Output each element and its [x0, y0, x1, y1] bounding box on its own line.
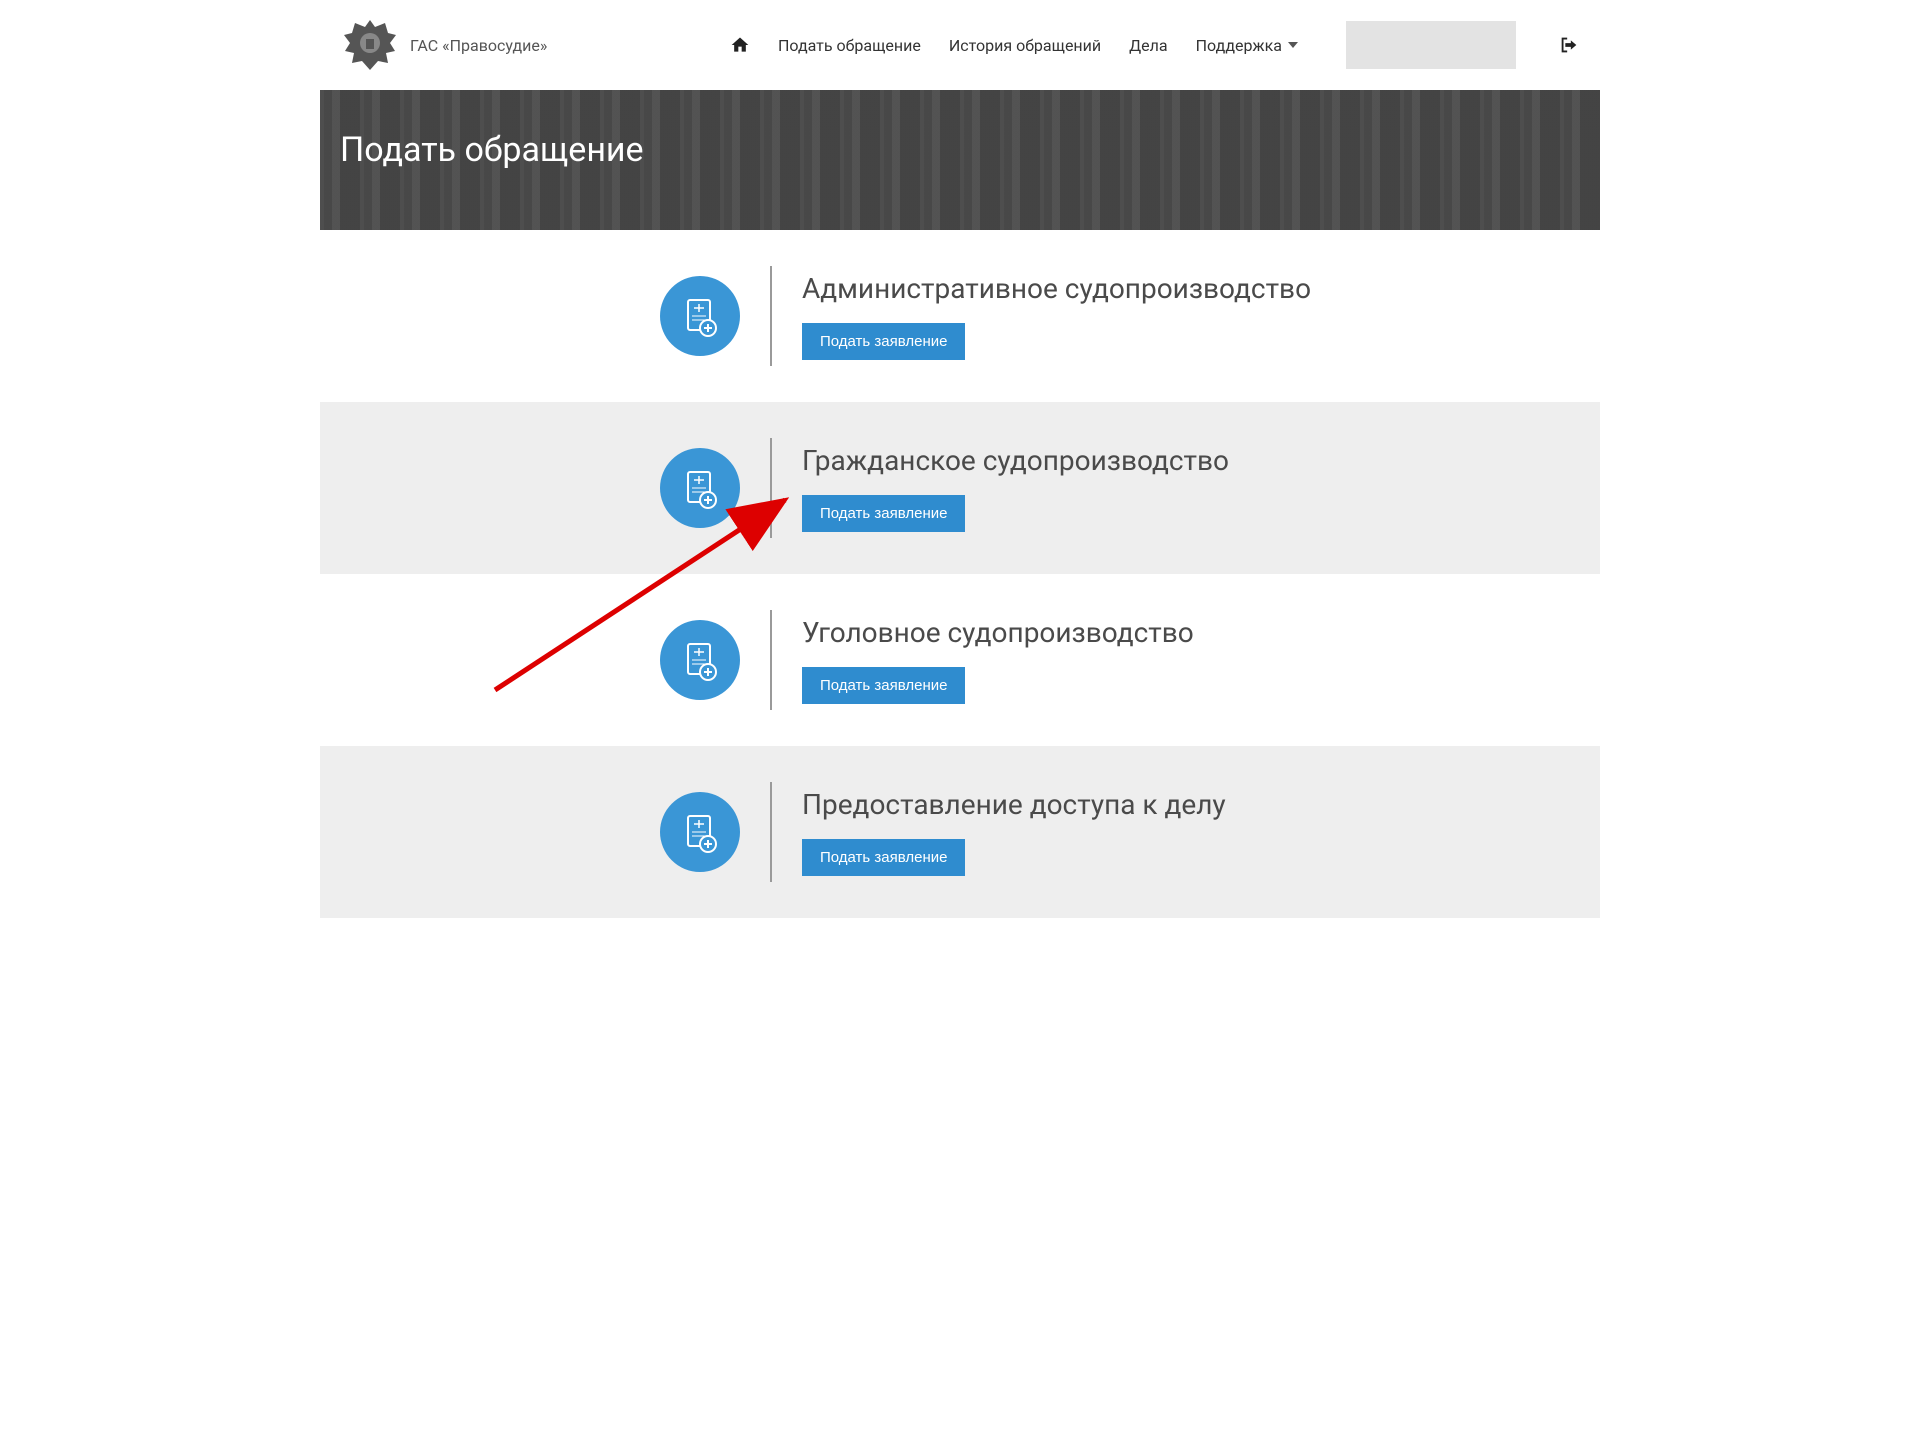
book-add-icon: [660, 620, 740, 700]
coat-of-arms-icon: [340, 15, 400, 75]
logout-icon[interactable]: [1558, 34, 1580, 56]
page-title: Подать обращение: [340, 130, 644, 170]
section-civil: Гражданское судопроизводство Подать заяв…: [320, 402, 1600, 574]
section-title: Гражданское судопроизводство: [802, 444, 1229, 477]
main-nav: Подать обращение История обращений Дела …: [730, 21, 1580, 69]
submit-button-access[interactable]: Подать заявление: [802, 839, 965, 876]
nav-submit[interactable]: Подать обращение: [778, 36, 921, 55]
book-add-icon: [660, 448, 740, 528]
book-add-icon: [660, 792, 740, 872]
section-title: Предоставление доступа к делу: [802, 788, 1226, 821]
nav-support[interactable]: Поддержка: [1196, 36, 1298, 55]
divider: [770, 782, 772, 882]
section-criminal: Уголовное судопроизводство Подать заявле…: [320, 574, 1600, 746]
brand: ГАС «Правосудие»: [340, 15, 547, 75]
brand-name: ГАС «Правосудие»: [410, 36, 547, 55]
hero: Подать обращение: [320, 90, 1600, 230]
submit-button-criminal[interactable]: Подать заявление: [802, 667, 965, 704]
topbar: ГАС «Правосудие» Подать обращение Истори…: [320, 0, 1600, 90]
section-title: Уголовное судопроизводство: [802, 616, 1194, 649]
chevron-down-icon: [1288, 42, 1298, 48]
divider: [770, 610, 772, 710]
nav-cases[interactable]: Дела: [1129, 36, 1167, 55]
sections-list: Административное судопроизводство Подать…: [320, 230, 1600, 918]
divider: [770, 438, 772, 538]
submit-button-admin[interactable]: Подать заявление: [802, 323, 965, 360]
nav-support-label: Поддержка: [1196, 36, 1282, 55]
user-box[interactable]: [1346, 21, 1516, 69]
submit-button-civil[interactable]: Подать заявление: [802, 495, 965, 532]
book-add-icon: [660, 276, 740, 356]
section-case-access: Предоставление доступа к делу Подать зая…: [320, 746, 1600, 918]
nav-history[interactable]: История обращений: [949, 36, 1101, 55]
home-icon[interactable]: [730, 35, 750, 55]
section-title: Административное судопроизводство: [802, 272, 1311, 305]
section-admin: Административное судопроизводство Подать…: [320, 230, 1600, 402]
divider: [770, 266, 772, 366]
